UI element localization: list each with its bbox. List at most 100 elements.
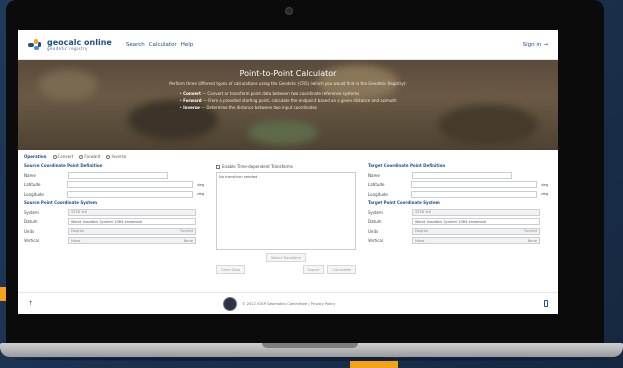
iogp-logo-icon [223, 297, 237, 311]
source-system-input[interactable]: 4326 ## [68, 208, 196, 216]
source-longitude-unit: deg [197, 192, 204, 196]
page-footer: ↑ © 2022 IOGP Geomatics Committee | Priv… [18, 292, 558, 314]
target-vertical-row: Vertical None None [368, 237, 548, 245]
source-datum-label: Datum [24, 219, 38, 224]
operation-inverse-radio[interactable]: Inverse [106, 154, 126, 159]
signin-button[interactable]: Sign in → [523, 42, 548, 48]
nav-help-link[interactable]: Help [181, 42, 194, 48]
source-latitude-input[interactable] [67, 181, 194, 188]
signin-arrow-icon: → [543, 41, 548, 48]
source-system-title: Source Point Coordinate System [24, 200, 97, 205]
source-vertical-select[interactable]: None None [68, 237, 196, 244]
hero-banner: Point-to-Point Calculator Perform three … [18, 60, 558, 150]
target-system-input[interactable]: 4326 ## [412, 208, 540, 216]
radio-icon [52, 154, 57, 159]
nav-calculator-link[interactable]: Calculator [149, 42, 177, 48]
source-name-label: Name [24, 172, 36, 178]
source-latitude-label: Latitude [24, 182, 41, 187]
target-section-title: Target Coordinate Point Definition [368, 163, 446, 168]
source-units-select[interactable]: Degree Format [68, 227, 196, 235]
radio-icon [106, 154, 111, 159]
transform-list[interactable]: No transform needed [216, 172, 356, 250]
target-longitude-input[interactable] [411, 190, 538, 198]
top-navigation-bar: geocalc online geodetic registry Search … [18, 30, 558, 60]
camera-icon [285, 7, 293, 15]
target-name-input[interactable] [412, 171, 512, 179]
nav-search-link[interactable]: Search [126, 42, 145, 48]
target-latitude-unit: deg [541, 182, 548, 187]
action-buttons-row: Clear Data Export Calculate ▾ [216, 265, 356, 274]
footer-text[interactable]: © 2022 IOGP Geomatics Committee | Privac… [242, 302, 335, 306]
target-name-label: Name [368, 172, 380, 178]
calculate-button[interactable]: Calculate ▾ [327, 265, 356, 274]
target-units-label: Units [368, 228, 379, 234]
source-system-label: System [24, 209, 39, 215]
hero-item-forward: • Forward — From a provided starting poi… [179, 98, 397, 103]
select-transform-row: Select Transform [216, 253, 356, 262]
target-units-row: Units Degree Format [368, 227, 548, 235]
export-button[interactable]: Export [302, 265, 325, 274]
operation-forward-radio[interactable]: Forward [79, 154, 100, 159]
source-longitude-input[interactable] [67, 190, 194, 198]
browser-screen: geocalc online geodetic registry Search … [18, 30, 558, 314]
radio-icon [79, 154, 84, 159]
source-units-label: Units [24, 228, 35, 234]
source-column: Source Coordinate Point Definition Name … [24, 161, 204, 274]
source-datum-row: Datum World Geodetic System 1984 ensembl… [24, 218, 204, 226]
target-vertical-label: Vertical [368, 238, 383, 243]
chevron-down-icon: ▾ [349, 267, 351, 272]
logo-text[interactable]: geocalc online geodetic registry [47, 38, 112, 51]
operation-selector: Operation Convert Forward Inverse [18, 150, 558, 161]
main-nav: Search Calculator Help [126, 42, 193, 48]
source-datum-input[interactable]: World Geodetic System 1984 ensemble [68, 218, 196, 225]
source-vertical-row: Vertical None None [24, 237, 204, 245]
time-dependent-label: Enable Time-dependent Transforms [222, 164, 294, 169]
transform-column: Enable Time-dependent Transforms No tran… [210, 161, 362, 274]
source-units-row: Units Degree Format [24, 227, 204, 235]
laptop-shadow [14, 357, 610, 361]
calculator-columns: Source Coordinate Point Definition Name … [18, 161, 558, 274]
mobile-icon[interactable] [544, 300, 548, 307]
source-longitude-label: Longitude [24, 191, 44, 197]
target-column: Target Coordinate Point Definition Name … [368, 161, 548, 274]
source-section-title: Source Coordinate Point Definition [24, 163, 103, 168]
source-system-row: System 4326 ## [24, 208, 204, 216]
target-system-title: Target Point Coordinate System [368, 200, 440, 205]
time-dependent-toggle[interactable]: Enable Time-dependent Transforms [216, 164, 356, 169]
select-transform-button[interactable]: Select Transform [265, 253, 307, 262]
signin-label: Sign in [522, 41, 542, 48]
target-datum-label: Datum [368, 219, 382, 224]
hero-list: • Convert — Convert or transform point d… [180, 90, 397, 111]
logo-subtitle: geodetic registry [47, 45, 88, 51]
target-system-label: System [368, 209, 383, 215]
source-name-row: Name [24, 171, 204, 179]
source-name-input[interactable] [68, 171, 168, 179]
laptop-notch [262, 343, 358, 348]
hero-item-inverse: • Inverse — Determine the distance betwe… [179, 105, 318, 110]
target-name-row: Name [368, 171, 548, 179]
hero-item-convert: • Convert — Convert or transform point d… [179, 91, 360, 96]
source-vertical-label: Vertical [24, 238, 39, 243]
target-datum-input[interactable]: World Geodetic System 1984 ensemble [412, 218, 540, 225]
target-latitude-input[interactable] [411, 181, 538, 188]
operation-label: Operation [24, 154, 47, 159]
operation-convert-radio[interactable]: Convert [52, 154, 73, 159]
target-vertical-select[interactable]: None None [412, 237, 540, 244]
target-latitude-label: Latitude [368, 182, 385, 187]
source-latitude-row: Latitude deg [24, 181, 204, 189]
hero-intro: Perform three different types of calcula… [169, 81, 407, 86]
target-latitude-row: Latitude deg [368, 181, 548, 189]
target-longitude-row: Longitude deg [368, 190, 548, 198]
target-system-row: System 4326 ## [368, 208, 548, 216]
hero-title: Point-to-Point Calculator [239, 69, 337, 78]
target-longitude-unit: deg [541, 192, 548, 196]
source-latitude-unit: deg [197, 182, 204, 187]
checkbox-icon [216, 164, 220, 169]
target-units-select[interactable]: Degree Format [412, 227, 540, 235]
target-datum-row: Datum World Geodetic System 1984 ensembl… [368, 218, 548, 226]
target-longitude-label: Longitude [368, 191, 388, 197]
source-longitude-row: Longitude deg [24, 190, 204, 198]
scroll-to-top-icon[interactable]: ↑ [28, 300, 33, 307]
geocalc-logo-icon[interactable] [28, 38, 42, 52]
clear-data-button[interactable]: Clear Data [216, 265, 246, 274]
